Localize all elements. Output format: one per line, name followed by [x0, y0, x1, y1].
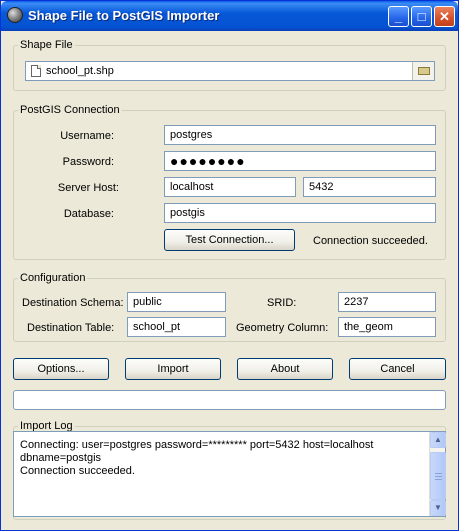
- grip-line: [435, 479, 442, 480]
- shape-file-field[interactable]: school_pt.shp: [25, 61, 435, 81]
- database-field[interactable]: postgis: [164, 203, 436, 223]
- geometry-column-label: Geometry Column:: [236, 322, 329, 334]
- destination-schema-field[interactable]: public: [127, 292, 226, 312]
- importer-window: Shape File to PostGIS Importer _ □ ✕ Sha…: [0, 0, 459, 531]
- scroll-up-arrow-icon[interactable]: ▲: [430, 432, 446, 448]
- cancel-button[interactable]: Cancel: [349, 358, 446, 380]
- server-host-label: Server Host:: [57, 182, 119, 194]
- maximize-button[interactable]: □: [411, 6, 432, 27]
- scroll-down-arrow-icon[interactable]: ▼: [430, 500, 446, 516]
- postgis-connection-legend: PostGIS Connection: [18, 103, 122, 117]
- window-title: Shape File to PostGIS Importer: [28, 8, 220, 23]
- destination-schema-label: Destination Schema:: [22, 297, 124, 309]
- srid-field[interactable]: 2237: [338, 292, 436, 312]
- password-field[interactable]: ●●●●●●●●: [164, 151, 436, 171]
- minimize-button[interactable]: _: [388, 6, 409, 27]
- connection-status: Connection succeeded.: [313, 235, 428, 247]
- username-field[interactable]: postgres: [164, 125, 436, 145]
- shape-file-path: school_pt.shp: [46, 65, 114, 77]
- destination-table-field[interactable]: school_pt: [127, 317, 226, 337]
- srid-label: SRID:: [267, 297, 297, 309]
- server-host-field[interactable]: localhost: [164, 177, 296, 197]
- grip-line: [435, 476, 442, 477]
- port-field[interactable]: 5432: [303, 177, 436, 197]
- log-line: dbname=postgis: [20, 452, 102, 464]
- options-button[interactable]: Options...: [13, 358, 109, 380]
- about-button[interactable]: About: [237, 358, 333, 380]
- test-connection-button[interactable]: Test Connection...: [164, 229, 295, 251]
- password-label: Password:: [62, 156, 114, 168]
- folder-icon: [418, 67, 430, 75]
- username-label: Username:: [60, 130, 114, 142]
- postgis-app-icon: [7, 7, 23, 23]
- destination-table-label: Destination Table:: [27, 322, 115, 334]
- import-log-textarea[interactable]: Connecting: user=postgres password=*****…: [13, 431, 446, 517]
- shape-file-legend: Shape File: [18, 38, 75, 52]
- document-icon: [31, 65, 41, 77]
- log-scrollbar[interactable]: ▲ ▼: [429, 432, 446, 516]
- import-button[interactable]: Import: [125, 358, 221, 380]
- import-progress-bar: [13, 390, 446, 410]
- geometry-column-field[interactable]: the_geom: [338, 317, 436, 337]
- title-bar[interactable]: Shape File to PostGIS Importer _ □ ✕: [1, 1, 458, 31]
- database-label: Database:: [63, 208, 114, 220]
- close-button[interactable]: ✕: [434, 6, 455, 27]
- scroll-thumb[interactable]: [430, 452, 446, 500]
- browse-button[interactable]: [412, 62, 434, 80]
- grip-line: [435, 473, 442, 474]
- configuration-legend: Configuration: [18, 271, 88, 285]
- log-line: Connecting: user=postgres password=*****…: [20, 439, 374, 451]
- log-line: Connection succeeded.: [20, 465, 135, 477]
